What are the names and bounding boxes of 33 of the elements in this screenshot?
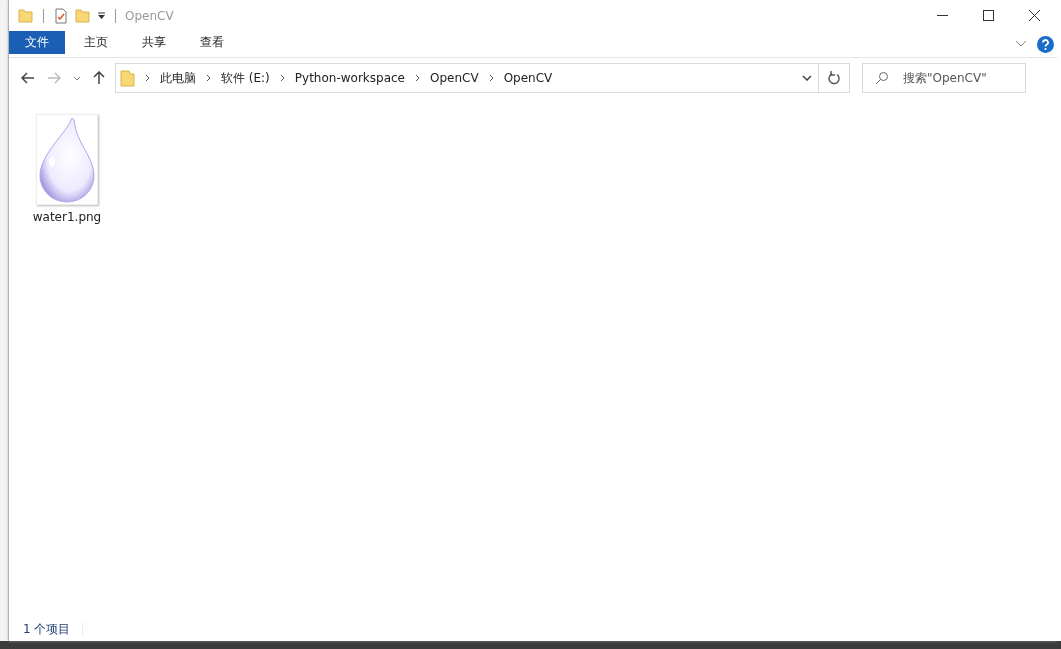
folder-icon [18,7,34,24]
dropdown-icon[interactable] [802,75,812,81]
refresh-icon[interactable] [827,71,841,85]
breadcrumb[interactable]: 此电脑 [160,69,196,87]
recent-dropdown-icon[interactable] [73,75,81,81]
properties-icon[interactable] [53,7,69,24]
window-title: OpenCV [125,8,174,23]
breadcrumb[interactable]: 软件 (E:) [221,69,270,87]
chevron-icon[interactable] [206,74,211,82]
help-icon[interactable] [1037,35,1054,53]
ribbon-tab[interactable]: 查看 [185,31,239,54]
close-icon[interactable] [1028,10,1040,21]
maximize-icon[interactable] [982,10,994,21]
search-field[interactable]: 搜索"OpenCV" [862,63,1026,93]
address-bar[interactable]: 此电脑 软件 (E:) Python-workspace OpenCV OpenCV [115,63,850,93]
chevron-icon[interactable] [145,74,150,82]
chevron-icon[interactable] [279,74,285,82]
chevron-icon[interactable] [415,74,420,82]
ribbon-tab[interactable]: 共享 [127,31,181,54]
customize-dropdown-icon[interactable] [97,11,106,20]
ribbon-tab[interactable]: 主页 [69,31,123,54]
chevron-icon[interactable] [488,74,494,82]
breadcrumb[interactable]: OpenCV [503,71,553,85]
breadcrumb[interactable]: OpenCV [430,71,479,85]
up-arrow-icon[interactable] [93,71,105,85]
folder-icon [120,69,135,87]
breadcrumb[interactable]: Python-workspace [294,71,405,85]
item-count: 1 个项目 [23,620,71,638]
search-icon [875,71,889,85]
back-arrow-icon[interactable] [21,72,35,84]
expand-ribbon-icon[interactable] [1015,40,1027,48]
file-name[interactable]: water1.png [32,210,102,224]
ribbon-tab[interactable]: 文件 [9,31,65,54]
